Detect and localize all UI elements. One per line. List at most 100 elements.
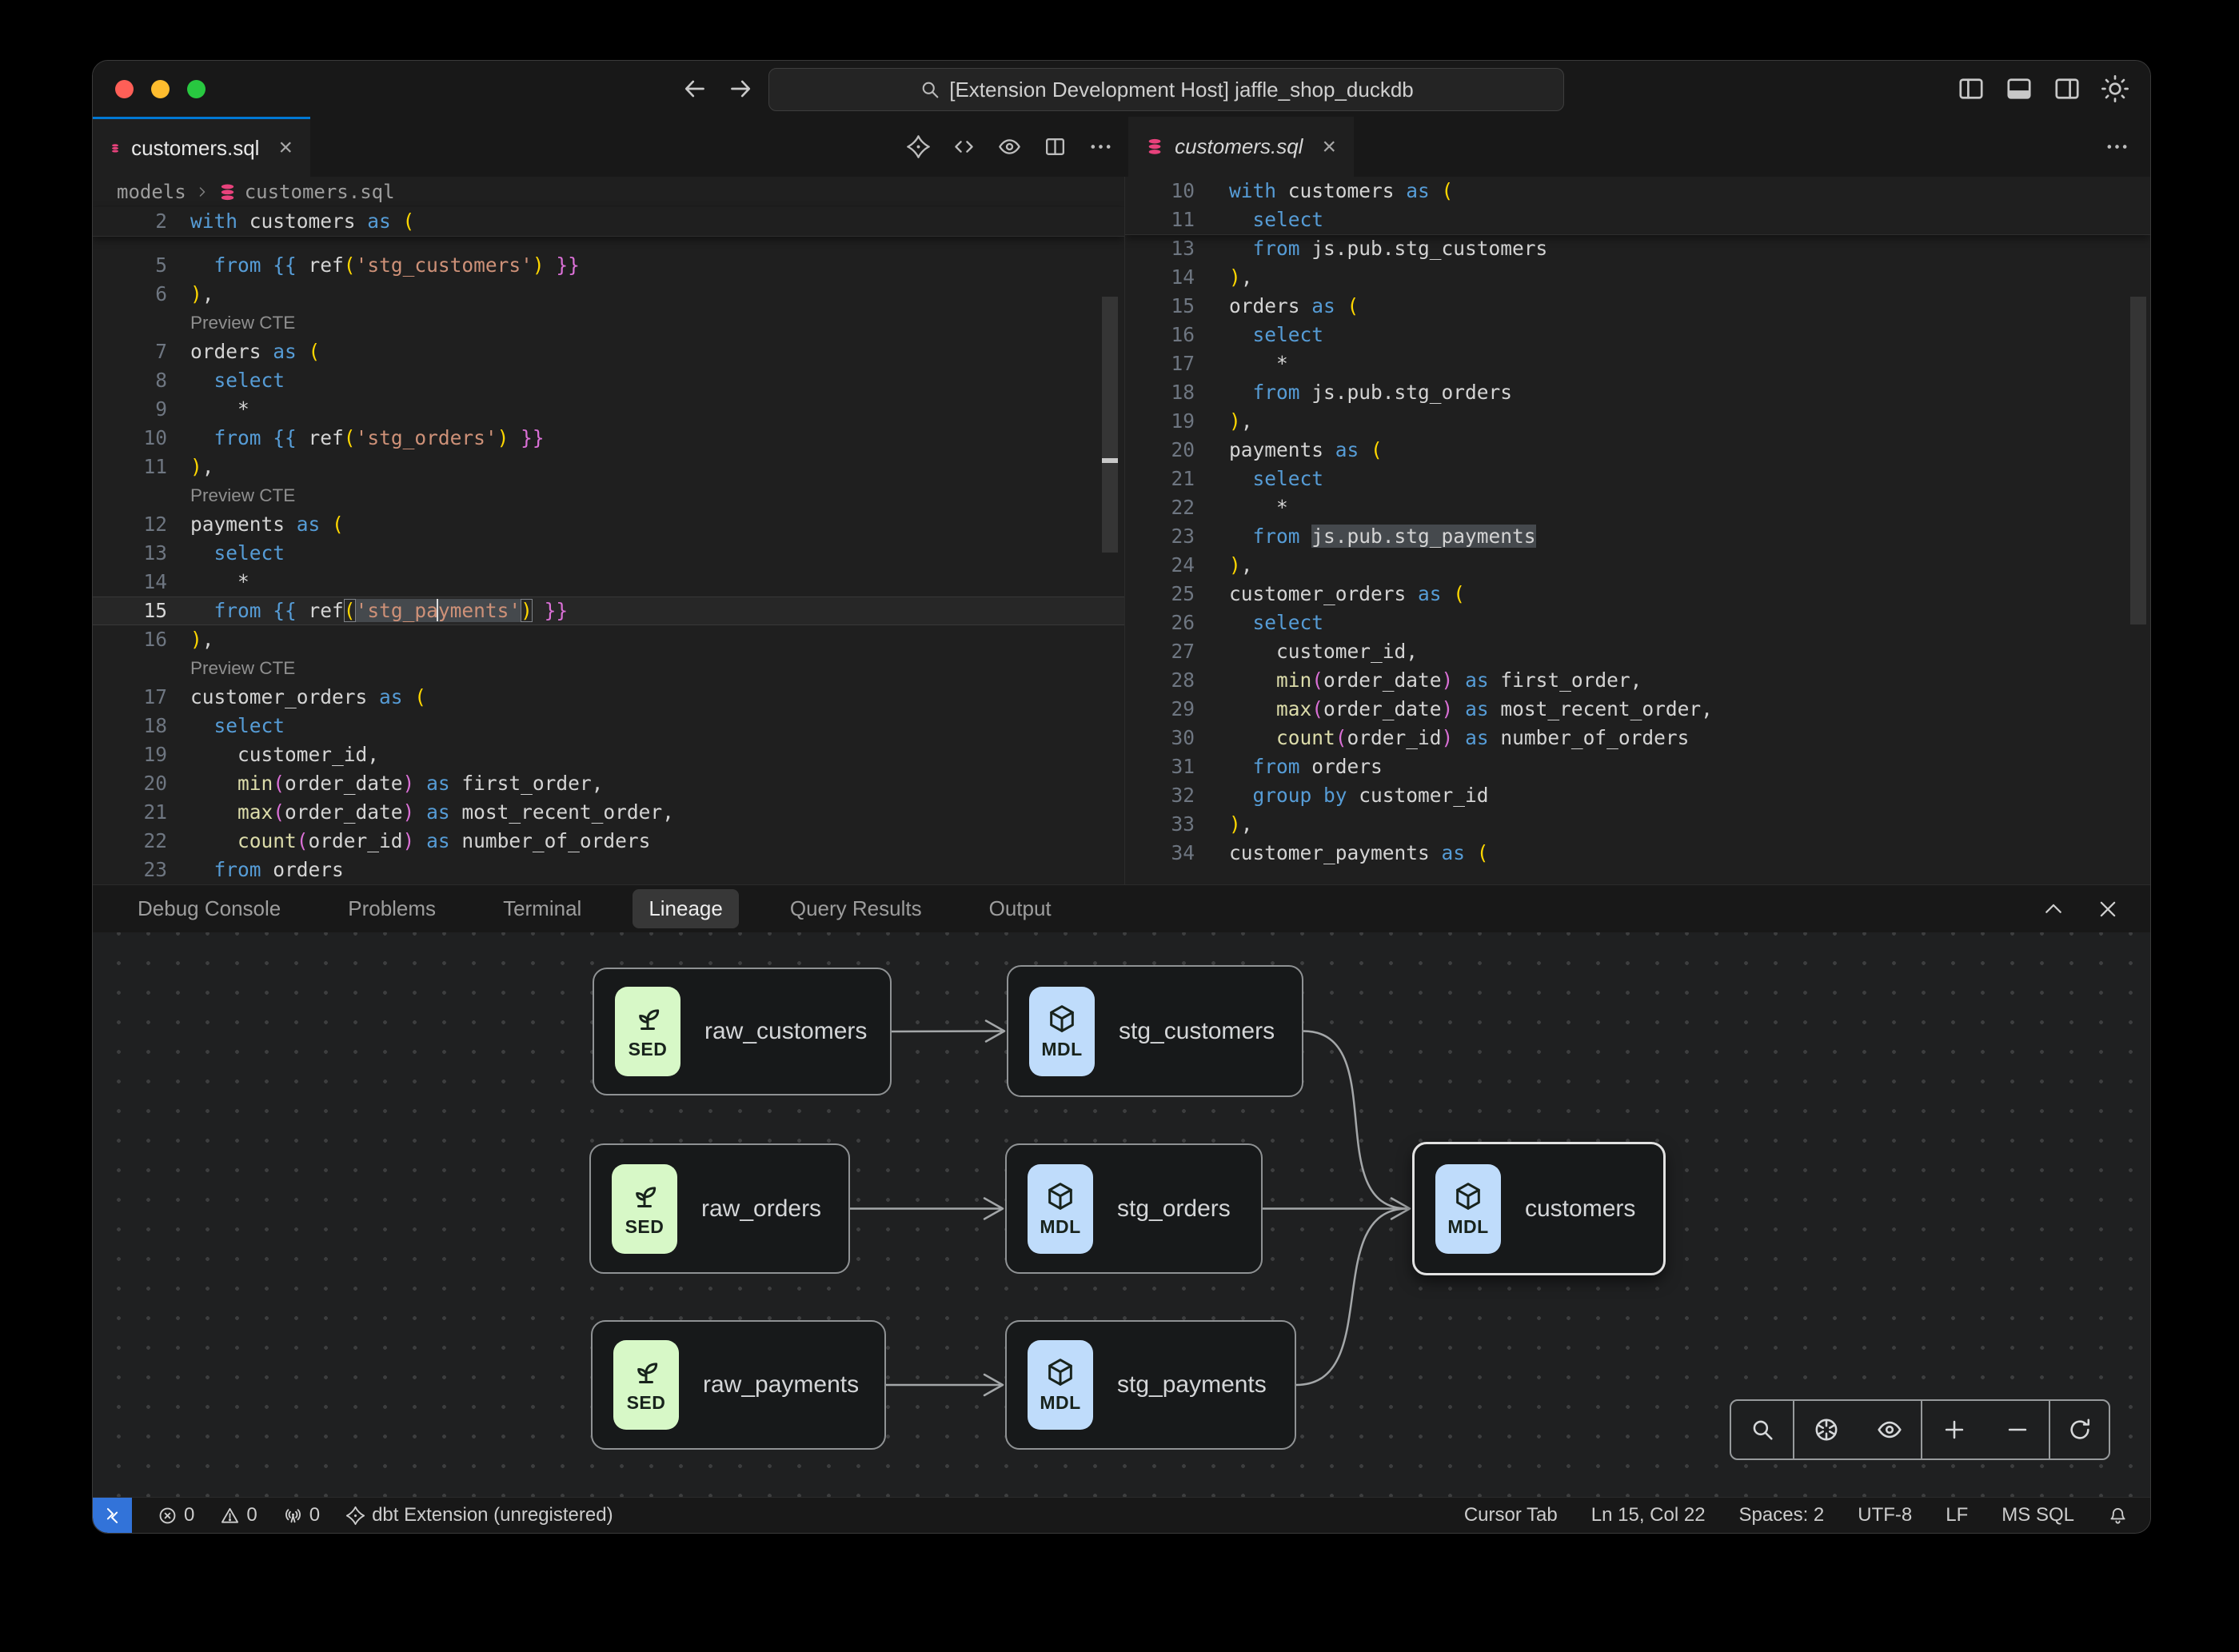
code-line-21[interactable]: 21 select [1125,465,2150,493]
code-line-10[interactable]: 10with customers as ( [1125,177,2150,206]
lineage-node-raw_orders[interactable]: SEDraw_orders [589,1143,850,1274]
breadcrumb-folder[interactable]: models [117,181,186,203]
remote-indicator[interactable] [93,1498,132,1533]
lineage-node-raw_customers[interactable]: SEDraw_customers [593,968,892,1095]
command-center-search[interactable]: [Extension Development Host] jaffle_shop… [768,68,1564,111]
minimize-window-button[interactable] [151,80,170,98]
codelens-preview-cte[interactable]: Preview CTE [93,654,1124,683]
layout-panel-icon[interactable] [2005,74,2033,103]
code-line-24[interactable]: 24), [1125,551,2150,580]
eye-icon[interactable] [1876,1416,1903,1443]
code-line-33[interactable]: 33), [1125,810,2150,839]
code-line-23[interactable]: 23 from orders [93,856,1124,884]
status-item-ln-15-col-22[interactable]: Ln 15, Col 22 [1591,1504,1706,1526]
breadcrumb-file[interactable]: customers.sql [245,181,395,203]
lineage-node-stg_orders[interactable]: MDLstg_orders [1005,1143,1263,1274]
status-item-broadcast[interactable]: 0 [283,1504,320,1526]
code-line-10[interactable]: 10 from {{ ref('stg_orders') }} [93,424,1124,453]
lineage-node-raw_payments[interactable]: SEDraw_payments [591,1320,886,1450]
code-line-19[interactable]: 19), [1125,407,2150,436]
zoom-out-icon[interactable] [2004,1416,2031,1443]
close-tab-icon[interactable]: × [278,134,293,162]
gear-icon[interactable] [2101,74,2129,103]
code-line-32[interactable]: 32 group by customer_id [1125,781,2150,810]
close-panel-icon[interactable] [2096,897,2120,921]
code-line-22[interactable]: 22 count(order_id) as number_of_orders [93,827,1124,856]
editor-scrollbar[interactable] [2130,297,2146,624]
status-item-ms-sql[interactable]: MS SQL [2002,1504,2074,1526]
code-line-13[interactable]: 13 select [93,539,1124,568]
refresh-icon[interactable] [2066,1416,2093,1443]
panel-tab-problems[interactable]: Problems [332,889,452,928]
code-line-16[interactable]: 16), [93,625,1124,654]
code-line-20[interactable]: 20 min(order_date) as first_order, [93,769,1124,798]
code-line-17[interactable]: 17 * [1125,349,2150,378]
status-item-error[interactable]: 0 [158,1504,194,1526]
chevron-up-icon[interactable] [2041,897,2065,921]
eye-icon[interactable] [997,134,1022,159]
code-line-6[interactable]: 6), [93,280,1124,309]
aperture-icon[interactable] [1813,1416,1840,1443]
code-line-28[interactable]: 28 min(order_date) as first_order, [1125,666,2150,695]
zoom-in-icon[interactable] [1941,1416,1968,1443]
code-icon[interactable] [952,134,976,159]
lineage-canvas[interactable]: SEDraw_customers MDLstg_customers SEDraw_o… [93,932,2150,1498]
code-line-13[interactable]: 13 from js.pub.stg_customers [1125,234,2150,263]
panel-tab-debug-console[interactable]: Debug Console [122,889,297,928]
code-line-25[interactable]: 25customer_orders as ( [1125,580,2150,609]
code-line-22[interactable]: 22 * [1125,493,2150,522]
code-line-21[interactable]: 21 max(order_date) as most_recent_order, [93,798,1124,827]
dbt-logo-icon[interactable] [906,134,931,159]
code-line-2[interactable]: 2with customers as ( [93,207,1124,236]
code-line-11[interactable]: 11), [93,453,1124,481]
tab-customers-sql-left[interactable]: customers.sql × [93,117,310,177]
status-item-utf-8[interactable]: UTF-8 [1858,1504,1912,1526]
code-line-16[interactable]: 16 select [1125,321,2150,349]
code-line-15[interactable]: 15 from {{ ref('stg_payments') }} [93,597,1124,625]
status-item-warning[interactable]: 0 [220,1504,257,1526]
code-line-7[interactable]: 7orders as ( [93,337,1124,366]
panel-tab-output[interactable]: Output [973,889,1068,928]
code-line-5[interactable]: 5 from {{ ref('stg_customers') }} [93,251,1124,280]
code-line-23[interactable]: 23 from js.pub.stg_payments [1125,522,2150,551]
code-line-15[interactable]: 15orders as ( [1125,292,2150,321]
panel-tab-terminal[interactable]: Terminal [487,889,597,928]
code-line-31[interactable]: 31 from orders [1125,752,2150,781]
code-line-20[interactable]: 20payments as ( [1125,436,2150,465]
tab-customers-sql-right[interactable]: customers.sql × [1128,117,1354,177]
sticky-scroll[interactable]: 10with customers as (11 select [1125,177,2150,235]
editor-left[interactable]: models customers.sql 2with customers as … [93,177,1125,884]
status-item-cursor-tab[interactable]: Cursor Tab [1464,1504,1558,1526]
codelens-preview-cte[interactable]: Preview CTE [93,309,1124,337]
code-line-26[interactable]: 26 select [1125,609,2150,637]
back-arrow-icon[interactable] [680,74,709,103]
code-line-27[interactable]: 27 customer_id, [1125,637,2150,666]
close-window-button[interactable] [115,80,134,98]
panel-tab-query-results[interactable]: Query Results [774,889,938,928]
lineage-node-stg_customers[interactable]: MDLstg_customers [1007,965,1303,1097]
panel-tab-lineage[interactable]: Lineage [633,889,739,928]
search-icon[interactable] [1749,1416,1776,1443]
sticky-scroll[interactable]: 2with customers as ( [93,207,1124,237]
ellipsis-icon[interactable] [1088,134,1113,159]
layout-sidebar-left-icon[interactable] [1957,74,1986,103]
breadcrumb[interactable]: models customers.sql [93,177,1124,207]
code-line-29[interactable]: 29 max(order_date) as most_recent_order, [1125,695,2150,724]
code-line-19[interactable]: 19 customer_id, [93,740,1124,769]
code-lines[interactable]: 5 from {{ ref('stg_customers') }}6),Prev… [93,251,1124,884]
status-item-dbt-logo[interactable]: dbt Extension (unregistered) [345,1504,613,1526]
code-line-11[interactable]: 11 select [1125,206,2150,234]
code-line-14[interactable]: 14 * [93,568,1124,597]
status-item-spaces-2[interactable]: Spaces: 2 [1739,1504,1825,1526]
status-item-lf[interactable]: LF [1946,1504,1968,1526]
forward-arrow-icon[interactable] [726,74,755,103]
zoom-window-button[interactable] [187,80,206,98]
code-line-18[interactable]: 18 select [93,712,1124,740]
code-line-34[interactable]: 34customer_payments as ( [1125,839,2150,868]
code-line-30[interactable]: 30 count(order_id) as number_of_orders [1125,724,2150,752]
split-editor-icon[interactable] [1043,134,1068,159]
code-line-9[interactable]: 9 * [93,395,1124,424]
code-line-12[interactable]: 12payments as ( [93,510,1124,539]
close-tab-icon[interactable]: × [1322,134,1336,161]
editor-scrollbar[interactable] [1102,297,1118,553]
